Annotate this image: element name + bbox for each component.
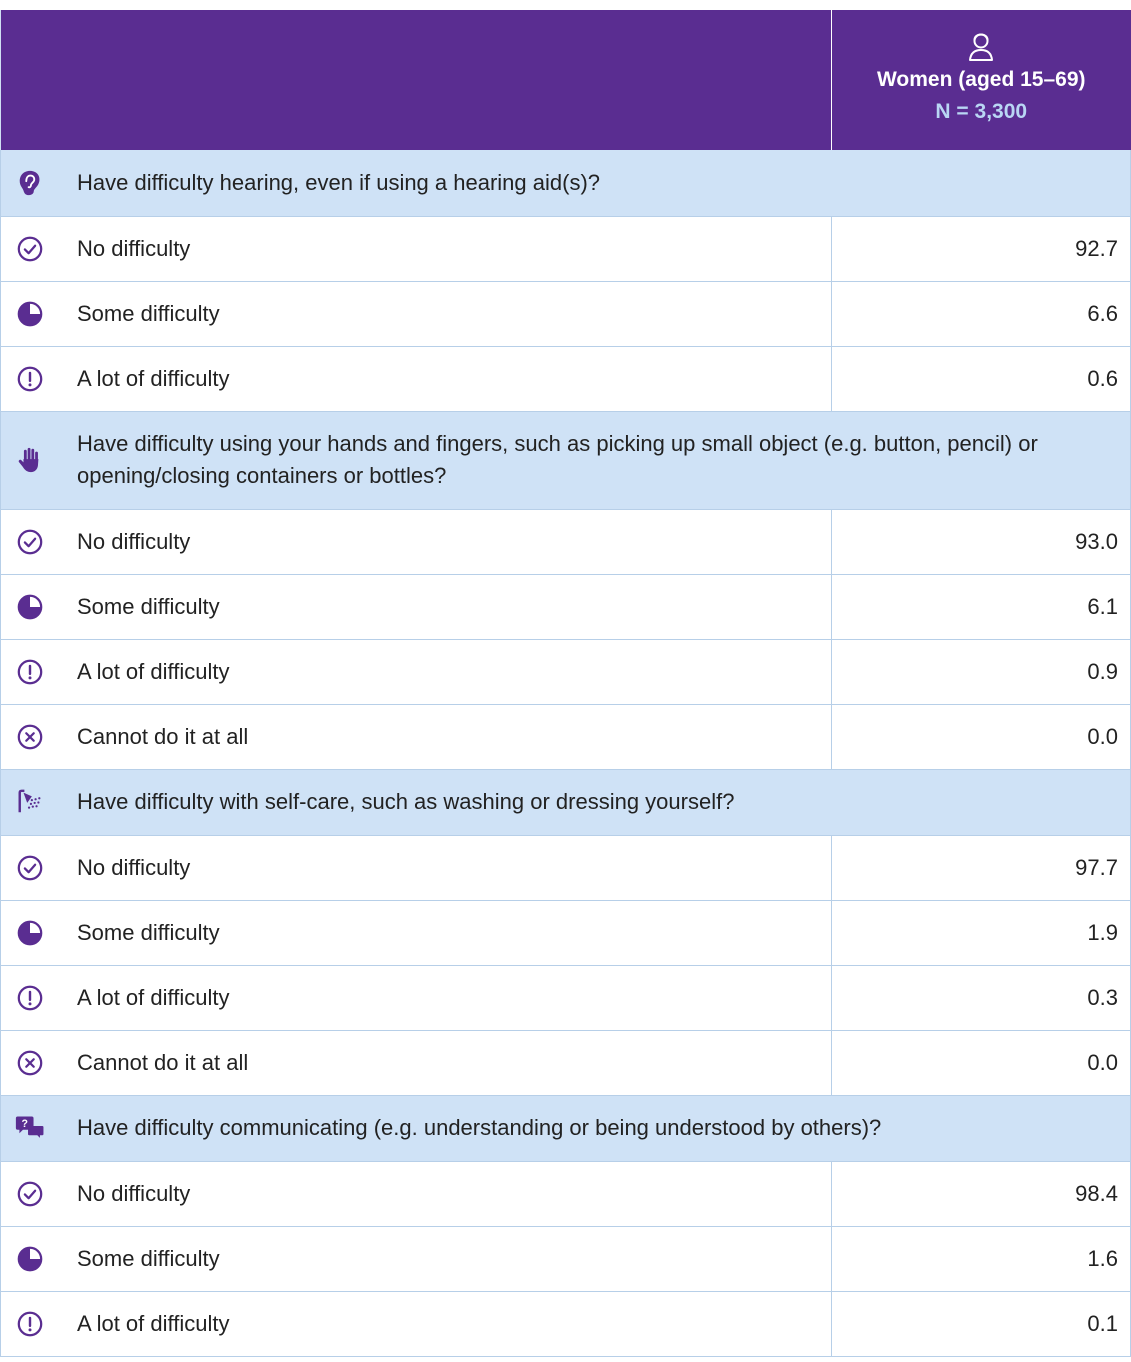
answer-label: A lot of difficulty: [77, 984, 230, 1010]
hand-icon: [15, 445, 45, 475]
question-text: Have difficulty with self-care, such as …: [77, 789, 735, 814]
question-row: Have difficulty hearing, even if using a…: [0, 150, 1131, 217]
answer-label-cell: A lot of difficulty: [0, 1291, 832, 1357]
answer-label-cell: Some difficulty: [0, 1226, 832, 1292]
half-circle-icon: [15, 1244, 45, 1274]
answer-label: Cannot do it at all: [77, 1049, 249, 1075]
answer-label-cell: Cannot do it at all: [0, 1030, 832, 1096]
page: Women (aged 15–69) N = 3,300 Have diffic…: [0, 0, 1131, 1357]
half-circle-icon: [15, 299, 45, 329]
percentage-value: 92.7: [831, 216, 1131, 282]
exclamation-circle-icon: [15, 657, 45, 687]
column-header: Women (aged 15–69) N = 3,300: [831, 10, 1131, 150]
question-row: Have difficulty with self-care, such as …: [0, 769, 1131, 836]
table-row: Cannot do it at all 0.0: [0, 704, 1131, 770]
top-spacer: [0, 0, 1131, 10]
answer-label-cell: No difficulty: [0, 835, 832, 901]
percentage-value: 0.6: [831, 346, 1131, 412]
check-circle-icon: [15, 527, 45, 557]
table-row: Some difficulty 1.9: [0, 900, 1131, 966]
exclamation-circle-icon: [15, 1309, 45, 1339]
question-cell: Have difficulty using your hands and fin…: [0, 411, 1131, 510]
table-row: A lot of difficulty 0.3: [0, 965, 1131, 1031]
x-circle-icon: [15, 722, 45, 752]
answer-label: No difficulty: [77, 854, 191, 880]
answer-label: A lot of difficulty: [77, 658, 230, 684]
table-row: A lot of difficulty 0.6: [0, 346, 1131, 412]
answer-label-cell: No difficulty: [0, 216, 832, 282]
percentage-value: 6.1: [831, 574, 1131, 640]
table-row: Some difficulty 6.1: [0, 574, 1131, 640]
question-row: ? Have difficulty communicating (e.g. und…: [0, 1095, 1131, 1162]
answer-label: No difficulty: [77, 528, 191, 554]
answer-label-cell: No difficulty: [0, 1161, 832, 1227]
question-row: Have difficulty using your hands and fin…: [0, 411, 1131, 510]
answer-label: A lot of difficulty: [77, 365, 230, 391]
table-row: Some difficulty 6.6: [0, 281, 1131, 347]
table-row: Cannot do it at all 0.0: [0, 1030, 1131, 1096]
answer-label: Some difficulty: [77, 919, 220, 945]
answer-label-cell: Cannot do it at all: [0, 704, 832, 770]
speech-bubbles-icon: ?: [15, 1113, 45, 1143]
table-row: No difficulty 98.4: [0, 1161, 1131, 1227]
percentage-value: 1.6: [831, 1226, 1131, 1292]
question-cell: Have difficulty hearing, even if using a…: [0, 150, 1131, 217]
column-title: Women (aged 15–69): [876, 68, 1086, 91]
percentage-value: 0.1: [831, 1291, 1131, 1357]
check-circle-icon: [15, 234, 45, 264]
sample-size-label: N = 3,300: [935, 100, 1028, 123]
answer-label: Cannot do it at all: [77, 723, 249, 749]
half-circle-icon: [15, 918, 45, 948]
percentage-value: 93.0: [831, 509, 1131, 575]
answer-label: Some difficulty: [77, 1245, 220, 1271]
question-cell: ? Have difficulty communicating (e.g. und…: [0, 1095, 1131, 1162]
svg-text:?: ?: [21, 1118, 27, 1130]
answer-label-cell: A lot of difficulty: [0, 346, 832, 412]
percentage-value: 98.4: [831, 1161, 1131, 1227]
table-row: No difficulty 97.7: [0, 835, 1131, 901]
ear-icon: [15, 168, 45, 198]
answer-label: No difficulty: [77, 1180, 191, 1206]
table-row: A lot of difficulty 0.9: [0, 639, 1131, 705]
exclamation-circle-icon: [15, 983, 45, 1013]
answer-label-cell: Some difficulty: [0, 574, 832, 640]
answer-label: Some difficulty: [77, 593, 220, 619]
x-circle-icon: [15, 1048, 45, 1078]
table-row: No difficulty 92.7: [0, 216, 1131, 282]
table-row: A lot of difficulty 0.1: [0, 1291, 1131, 1357]
percentage-value: 0.9: [831, 639, 1131, 705]
answer-label-cell: A lot of difficulty: [0, 965, 832, 1031]
disability-table: Women (aged 15–69) N = 3,300 Have diffic…: [0, 10, 1131, 1357]
check-circle-icon: [15, 1179, 45, 1209]
answer-label-cell: Some difficulty: [0, 900, 832, 966]
question-text: Have difficulty communicating (e.g. unde…: [77, 1115, 882, 1140]
answer-label: Some difficulty: [77, 300, 220, 326]
table-row: Some difficulty 1.6: [0, 1226, 1131, 1292]
percentage-value: 0.0: [831, 704, 1131, 770]
half-circle-icon: [15, 592, 45, 622]
table-header-row: Women (aged 15–69) N = 3,300: [0, 10, 1131, 150]
answer-label: A lot of difficulty: [77, 1310, 230, 1336]
woman-icon: [969, 33, 994, 61]
check-circle-icon: [15, 853, 45, 883]
answer-label-cell: A lot of difficulty: [0, 639, 832, 705]
percentage-value: 0.3: [831, 965, 1131, 1031]
question-text: Have difficulty using your hands and fin…: [77, 431, 1038, 488]
percentage-value: 97.7: [831, 835, 1131, 901]
shower-icon: [15, 787, 45, 817]
answer-label-cell: Some difficulty: [0, 281, 832, 347]
table-body: Have difficulty hearing, even if using a…: [0, 150, 1131, 1357]
table-row: No difficulty 93.0: [0, 509, 1131, 575]
percentage-value: 1.9: [831, 900, 1131, 966]
answer-label-cell: No difficulty: [0, 509, 832, 575]
question-text: Have difficulty hearing, even if using a…: [77, 169, 601, 195]
answer-label: No difficulty: [77, 235, 191, 261]
question-cell: Have difficulty with self-care, such as …: [0, 769, 1131, 836]
header-blank-cell: [0, 10, 832, 150]
percentage-value: 0.0: [831, 1030, 1131, 1096]
exclamation-circle-icon: [15, 364, 45, 394]
percentage-value: 6.6: [831, 281, 1131, 347]
